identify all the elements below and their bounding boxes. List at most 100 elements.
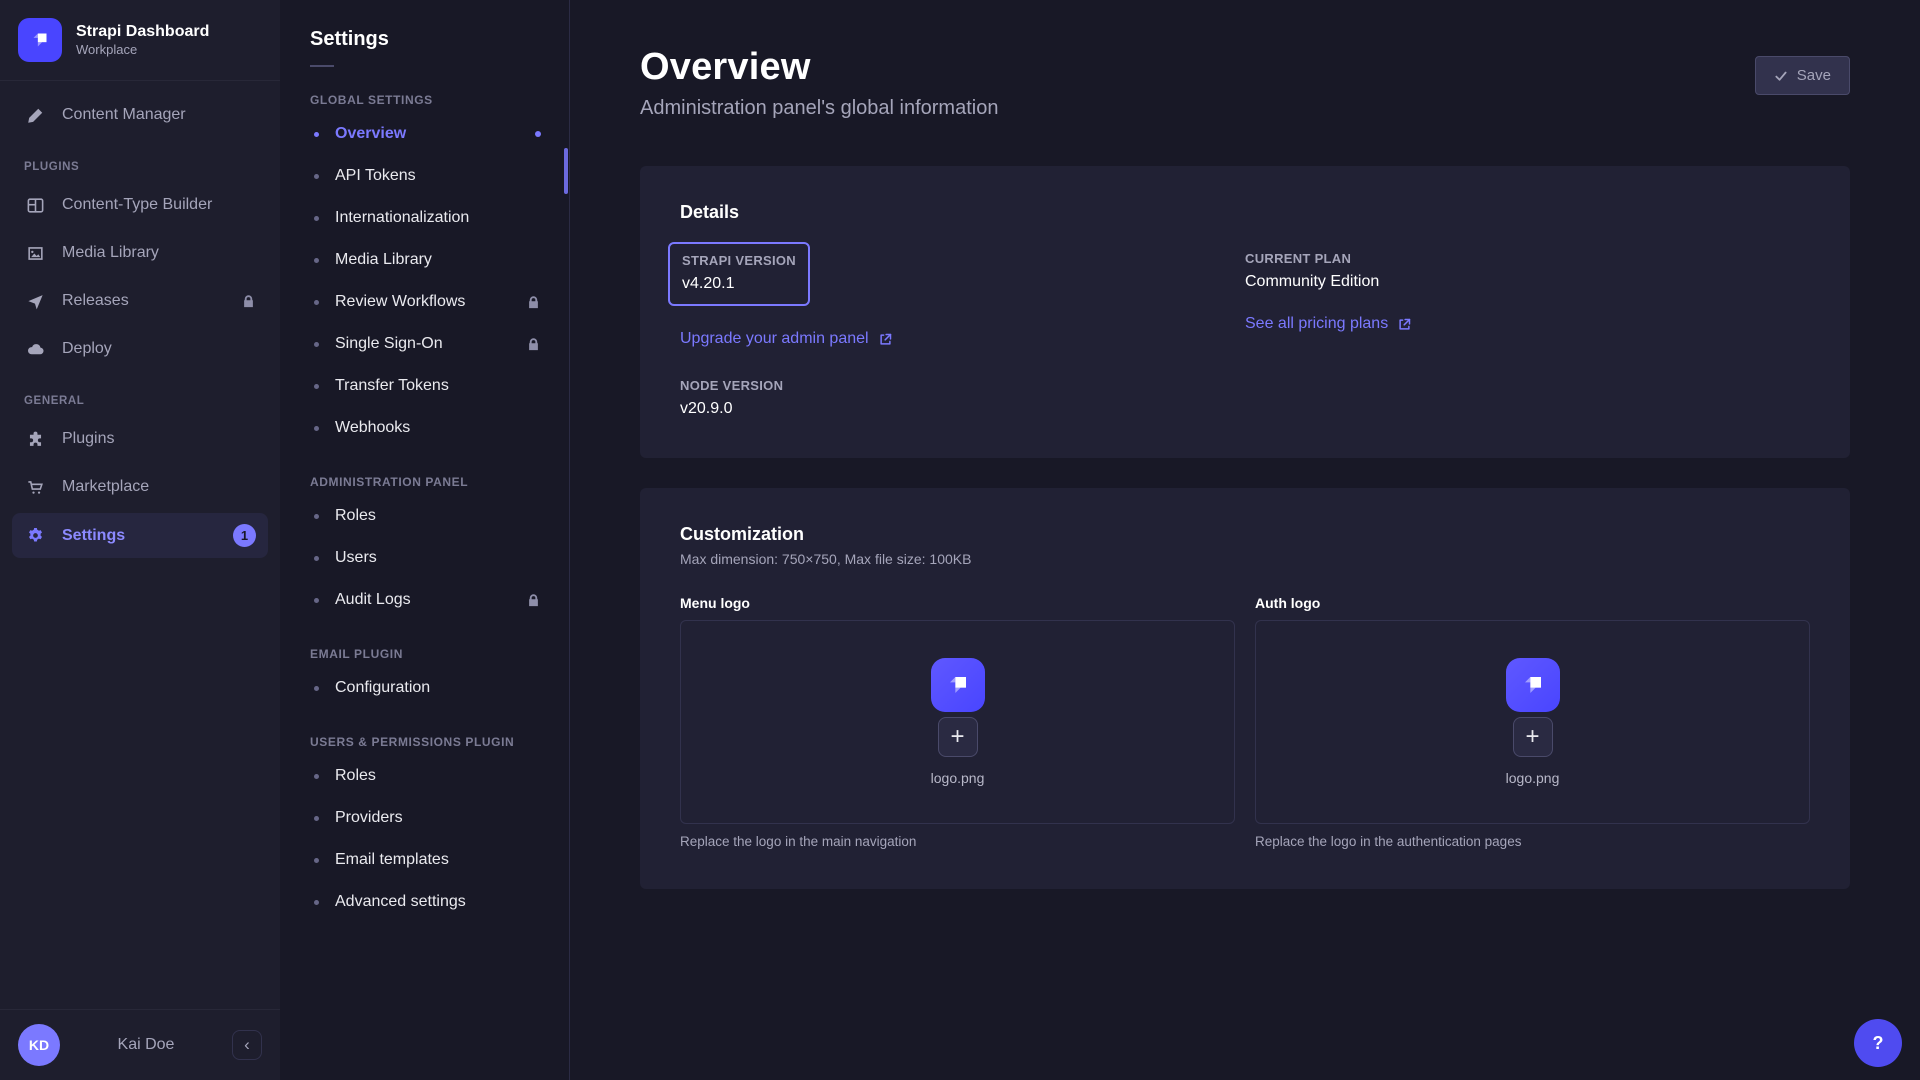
current-plan-value: Community Edition bbox=[1245, 273, 1810, 291]
subnav-title: Settings bbox=[310, 28, 539, 51]
bullet-icon bbox=[314, 216, 319, 221]
strapi-version-highlight: STRAPI VERSION v4.20.1 bbox=[668, 242, 810, 306]
external-link-icon bbox=[878, 332, 893, 347]
sidebar-item-content-manager[interactable]: Content Manager bbox=[12, 93, 268, 137]
sidebar-section-plugins: PLUGINS bbox=[24, 161, 256, 173]
bullet-icon bbox=[314, 258, 319, 263]
add-auth-logo-button[interactable]: + bbox=[1513, 717, 1553, 757]
subnav-item-label: Advanced settings bbox=[335, 893, 466, 911]
bullet-icon bbox=[314, 858, 319, 863]
upgrade-admin-panel-link[interactable]: Upgrade your admin panel bbox=[680, 330, 893, 348]
subnav-item-label: Roles bbox=[335, 507, 376, 525]
subnav-item-transfer-tokens[interactable]: Transfer Tokens bbox=[280, 365, 569, 407]
collapse-sidebar-button[interactable]: ‹ bbox=[232, 1030, 262, 1060]
sidebar-item-label: Plugins bbox=[62, 430, 114, 448]
subnav-item-label: Transfer Tokens bbox=[335, 377, 449, 395]
external-link-icon bbox=[1397, 317, 1412, 332]
sidebar-user-footer: KD Kai Doe ‹ bbox=[0, 1009, 280, 1080]
subnav-item-configuration[interactable]: Configuration bbox=[280, 667, 569, 709]
settings-subnav: Settings GLOBAL SETTINGS Overview API To… bbox=[280, 0, 570, 1080]
image-icon bbox=[24, 242, 46, 264]
layout-icon bbox=[24, 194, 46, 216]
subnav-item-advanced-settings[interactable]: Advanced settings bbox=[280, 881, 569, 923]
workspace-header[interactable]: Strapi Dashboard Workplace bbox=[0, 0, 280, 81]
strapi-version-label: STRAPI VERSION bbox=[682, 253, 796, 268]
menu-logo-caption: Replace the logo in the main navigation bbox=[680, 834, 1235, 849]
subnav-item-single-sign-on[interactable]: Single Sign-On bbox=[280, 323, 569, 365]
sidebar-item-media-library[interactable]: Media Library bbox=[12, 231, 268, 275]
subnav-item-internationalization[interactable]: Internationalization bbox=[280, 197, 569, 239]
subnav-item-label: API Tokens bbox=[335, 167, 416, 185]
auth-logo-filename: logo.png bbox=[1506, 770, 1560, 786]
subnav-item-webhooks[interactable]: Webhooks bbox=[280, 407, 569, 449]
active-dot-icon bbox=[535, 131, 541, 137]
subnav-divider bbox=[310, 65, 334, 67]
plus-icon: + bbox=[950, 725, 964, 749]
pricing-plans-link[interactable]: See all pricing plans bbox=[1245, 315, 1412, 333]
puzzle-icon bbox=[24, 428, 46, 450]
subnav-item-admin-users[interactable]: Users bbox=[280, 537, 569, 579]
subnav-item-label: Media Library bbox=[335, 251, 432, 269]
node-version-value: v20.9.0 bbox=[680, 400, 1245, 418]
strapi-logo-icon bbox=[1506, 658, 1560, 712]
subnav-group-email-plugin: EMAIL PLUGIN bbox=[310, 647, 539, 661]
subnav-item-review-workflows[interactable]: Review Workflows bbox=[280, 281, 569, 323]
sidebar-item-label: Deploy bbox=[62, 340, 112, 358]
add-menu-logo-button[interactable]: + bbox=[938, 717, 978, 757]
bullet-icon bbox=[314, 514, 319, 519]
details-card: Details STRAPI VERSION v4.20.1 Upgrade y… bbox=[640, 166, 1850, 458]
lock-icon bbox=[241, 294, 256, 309]
subnav-group-global-settings: GLOBAL SETTINGS bbox=[310, 93, 539, 107]
sidebar-item-label: Marketplace bbox=[62, 478, 149, 496]
current-plan-label: CURRENT PLAN bbox=[1245, 251, 1810, 266]
subnav-item-label: Roles bbox=[335, 767, 376, 785]
page-title: Overview bbox=[640, 46, 998, 89]
subnav-item-up-roles[interactable]: Roles bbox=[280, 755, 569, 797]
workspace-subtitle: Workplace bbox=[76, 42, 209, 58]
sidebar-section-general: GENERAL bbox=[24, 395, 256, 407]
gear-icon bbox=[24, 525, 46, 547]
sidebar-item-settings[interactable]: Settings 1 bbox=[12, 513, 268, 558]
sidebar-item-label: Content-Type Builder bbox=[62, 196, 212, 214]
strapi-logo-icon bbox=[931, 658, 985, 712]
subnav-item-label: Single Sign-On bbox=[335, 335, 443, 353]
sidebar-item-marketplace[interactable]: Marketplace bbox=[12, 465, 268, 509]
customization-heading: Customization bbox=[680, 524, 1810, 545]
subnav-item-label: Internationalization bbox=[335, 209, 469, 227]
subnav-item-media-library[interactable]: Media Library bbox=[280, 239, 569, 281]
save-button-label: Save bbox=[1797, 67, 1831, 84]
question-mark-icon: ? bbox=[1873, 1033, 1884, 1054]
menu-logo-upload-box[interactable]: + logo.png bbox=[680, 620, 1235, 824]
bullet-icon bbox=[314, 816, 319, 821]
sidebar-item-label: Media Library bbox=[62, 244, 159, 262]
paper-plane-icon bbox=[24, 290, 46, 312]
subnav-item-admin-roles[interactable]: Roles bbox=[280, 495, 569, 537]
avatar: KD bbox=[18, 1024, 60, 1066]
main-content: Overview Administration panel's global i… bbox=[570, 0, 1920, 1080]
menu-logo-filename: logo.png bbox=[931, 770, 985, 786]
sidebar-item-deploy[interactable]: Deploy bbox=[12, 327, 268, 371]
subnav-scrollbar[interactable] bbox=[564, 148, 568, 194]
subnav-item-providers[interactable]: Providers bbox=[280, 797, 569, 839]
sidebar-item-releases[interactable]: Releases bbox=[12, 279, 268, 323]
help-button[interactable]: ? bbox=[1854, 1019, 1902, 1067]
bullet-icon bbox=[314, 384, 319, 389]
sidebar-item-label: Settings bbox=[62, 527, 125, 545]
subnav-item-overview[interactable]: Overview bbox=[280, 113, 569, 155]
subnav-item-audit-logs[interactable]: Audit Logs bbox=[280, 579, 569, 621]
save-button[interactable]: Save bbox=[1755, 56, 1850, 95]
subnav-item-email-templates[interactable]: Email templates bbox=[280, 839, 569, 881]
settings-notification-badge: 1 bbox=[233, 524, 256, 547]
auth-logo-upload-box[interactable]: + logo.png bbox=[1255, 620, 1810, 824]
chevron-left-icon: ‹ bbox=[244, 1035, 250, 1055]
auth-logo-caption: Replace the logo in the authentication p… bbox=[1255, 834, 1810, 849]
subnav-item-label: Review Workflows bbox=[335, 293, 465, 311]
subnav-item-api-tokens[interactable]: API Tokens bbox=[280, 155, 569, 197]
page-subtitle: Administration panel's global informatio… bbox=[640, 97, 998, 120]
subnav-item-label: Email templates bbox=[335, 851, 449, 869]
sidebar-item-content-type-builder[interactable]: Content-Type Builder bbox=[12, 183, 268, 227]
pricing-link-label: See all pricing plans bbox=[1245, 315, 1388, 333]
subnav-group-administration-panel: ADMINISTRATION PANEL bbox=[310, 475, 539, 489]
bullet-icon bbox=[314, 686, 319, 691]
sidebar-item-plugins[interactable]: Plugins bbox=[12, 417, 268, 461]
